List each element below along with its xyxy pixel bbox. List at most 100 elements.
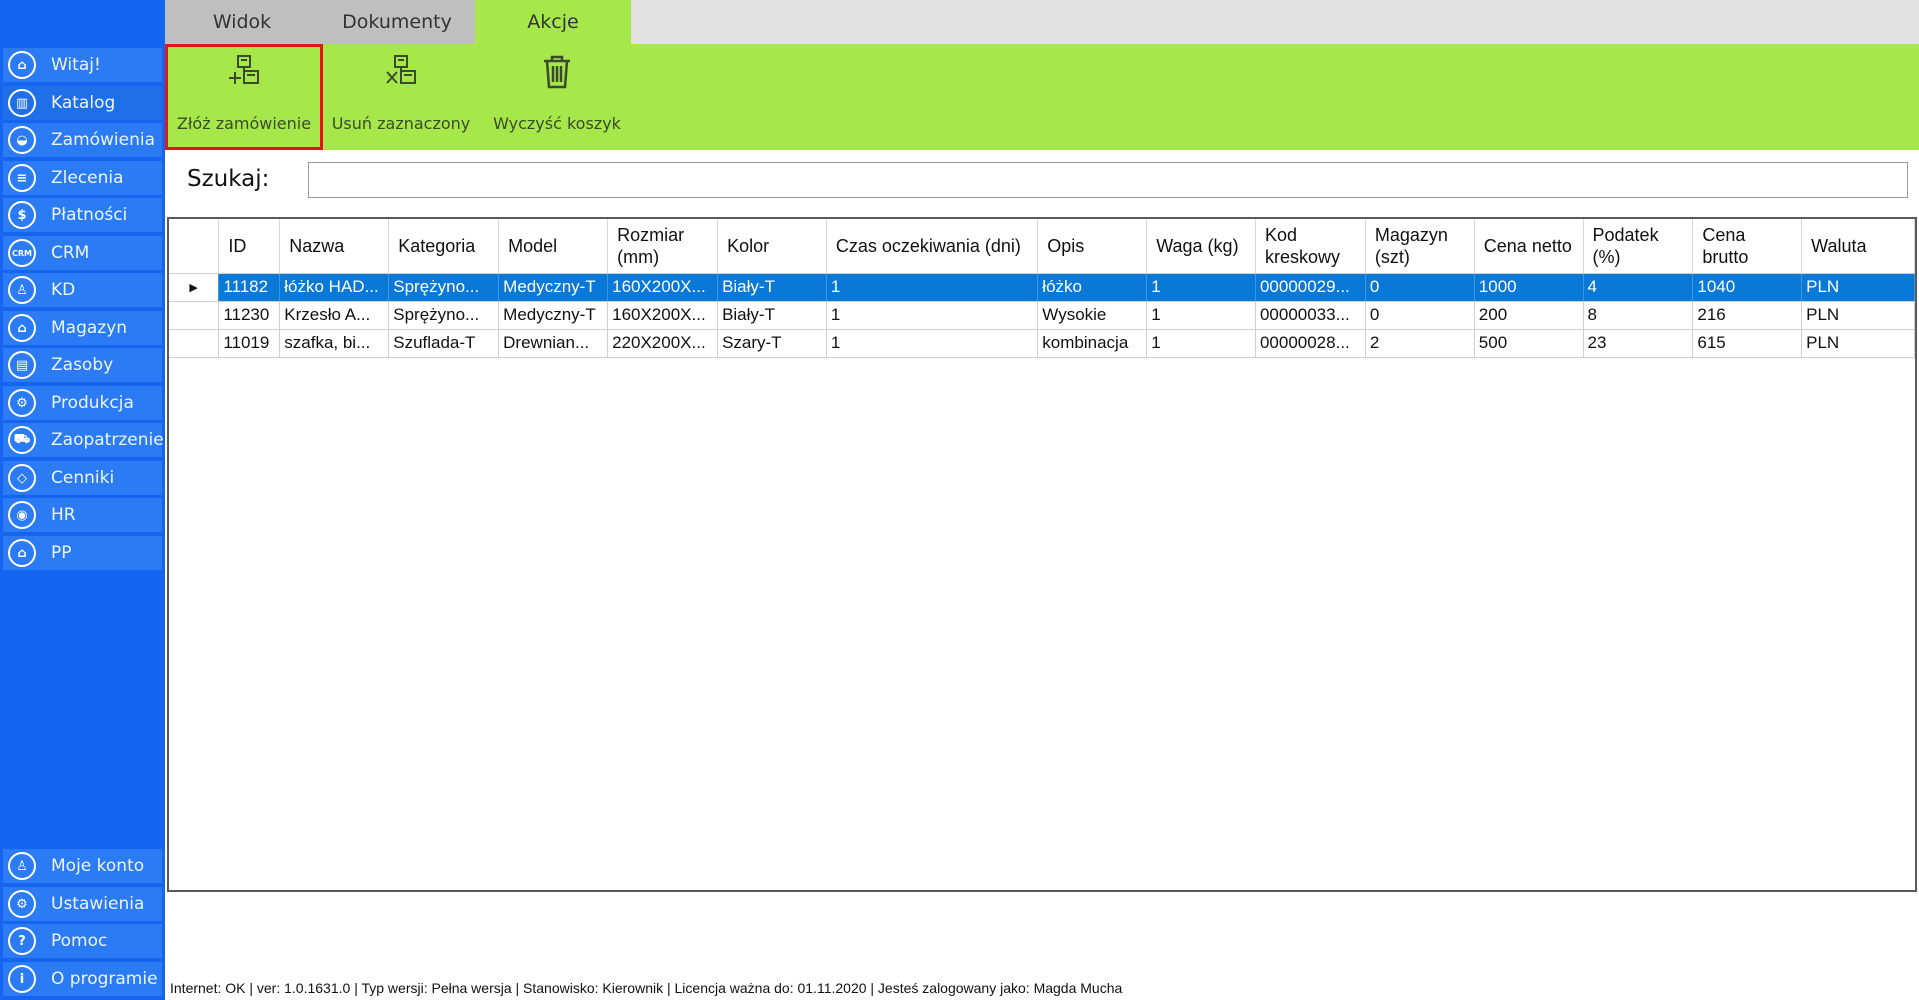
cell-kategoria[interactable]: Szuflada-T	[388, 329, 500, 358]
cell-rozmiar[interactable]: 220X200X...	[607, 329, 719, 358]
cell-cena-brutto[interactable]: 615	[1692, 329, 1803, 358]
sidebar-item-platnosci[interactable]: $ Płatności	[3, 198, 162, 232]
row-selector[interactable]	[169, 301, 220, 330]
cell-czas-oczekiwania[interactable]: 1	[826, 329, 1039, 358]
cell-podatek[interactable]: 8	[1583, 301, 1694, 330]
column-header-czas-oczekiwania[interactable]: Czas oczekiwania (dni)	[826, 219, 1039, 274]
row-selector[interactable]	[169, 329, 220, 358]
cell-nazwa[interactable]: Krzesło A...	[279, 301, 390, 330]
place-order-label: Złóż zamówienie	[176, 114, 312, 133]
cell-kod-kreskowy[interactable]: 00000033...	[1255, 301, 1366, 330]
column-header-rozmiar[interactable]: Rozmiar (mm)	[607, 219, 719, 274]
sidebar-item-hr[interactable]: ◉ HR	[3, 498, 162, 532]
cell-magazyn[interactable]: 0	[1365, 301, 1475, 330]
cell-model[interactable]: Medyczny-T	[498, 273, 609, 302]
info-icon: i	[8, 965, 36, 993]
book-icon: ▥	[8, 89, 36, 117]
cell-nazwa[interactable]: szafka, bi...	[279, 329, 390, 358]
column-header-magazyn[interactable]: Magazyn (szt)	[1365, 219, 1475, 274]
cell-kolor[interactable]: Biały-T	[717, 301, 827, 330]
column-header-podatek[interactable]: Podatek (%)	[1583, 219, 1694, 274]
column-header-cena-brutto[interactable]: Cena brutto	[1692, 219, 1803, 274]
sidebar-item-witaj[interactable]: ⌂ Witaj!	[3, 48, 162, 82]
sidebar-item-zlecenia[interactable]: ≡ Zlecenia	[3, 161, 162, 195]
sidebar-item-zamowienia[interactable]: ◒ Zamówienia	[3, 123, 162, 157]
cell-magazyn[interactable]: 0	[1365, 273, 1475, 302]
column-header-nazwa[interactable]: Nazwa	[279, 219, 390, 274]
table-row[interactable]: 11230 Krzesło A... Sprężyno... Medyczny-…	[169, 301, 1915, 330]
column-header-cena-netto[interactable]: Cena netto	[1474, 219, 1584, 274]
cell-magazyn[interactable]: 2	[1365, 329, 1475, 358]
row-selector-arrow-icon[interactable]: ▶	[169, 273, 220, 302]
cell-podatek[interactable]: 23	[1583, 329, 1694, 358]
sidebar-item-ustawienia[interactable]: ⚙ Ustawienia	[3, 887, 162, 921]
cell-cena-brutto[interactable]: 216	[1692, 301, 1803, 330]
cell-nazwa[interactable]: łóżko HAD...	[279, 273, 390, 302]
ribbon-toolbar: Złóż zamówienie Usuń zaznaczony Wyczyść …	[165, 44, 1919, 150]
cell-model[interactable]: Medyczny-T	[498, 301, 609, 330]
cell-waluta[interactable]: PLN	[1801, 329, 1915, 358]
column-header-model[interactable]: Model	[498, 219, 609, 274]
cell-waga[interactable]: 1	[1146, 329, 1256, 358]
cell-waluta[interactable]: PLN	[1801, 273, 1915, 302]
column-header-kolor[interactable]: Kolor	[717, 219, 827, 274]
cell-model[interactable]: Drewnian...	[498, 329, 609, 358]
sidebar-item-label: PP	[51, 543, 72, 563]
cell-waga[interactable]: 1	[1146, 301, 1256, 330]
sidebar-item-crm[interactable]: CRM CRM	[3, 236, 162, 270]
cell-podatek[interactable]: 4	[1583, 273, 1694, 302]
tab-dokumenty[interactable]: Dokumenty	[319, 0, 475, 44]
cell-rozmiar[interactable]: 160X200X...	[607, 301, 719, 330]
tab-akcje[interactable]: Akcje	[475, 0, 631, 44]
cell-cena-netto[interactable]: 200	[1474, 301, 1584, 330]
cell-kategoria[interactable]: Sprężyno...	[388, 273, 500, 302]
hr-icon: ◉	[8, 501, 36, 529]
column-header-waga[interactable]: Waga (kg)	[1146, 219, 1256, 274]
cell-id[interactable]: 11230	[218, 301, 281, 330]
sidebar-item-moje-konto[interactable]: ♙ Moje konto	[3, 849, 162, 883]
cell-waga[interactable]: 1	[1146, 273, 1256, 302]
sidebar-item-label: KD	[51, 280, 76, 300]
cell-opis[interactable]: Wysokie	[1037, 301, 1148, 330]
cell-id[interactable]: 11019	[218, 329, 281, 358]
sidebar-item-o-programie[interactable]: i O programie	[3, 962, 162, 996]
cell-rozmiar[interactable]: 160X200X...	[607, 273, 719, 302]
sidebar-item-label: Zaopatrzenie	[51, 430, 164, 450]
sidebar-item-katalog[interactable]: ▥ Katalog	[3, 86, 162, 120]
sidebar-item-produkcja[interactable]: ⚙ Produkcja	[3, 386, 162, 420]
column-header-id[interactable]: ID	[218, 219, 281, 274]
place-order-button[interactable]: Złóż zamówienie	[165, 44, 323, 150]
column-header-opis[interactable]: Opis	[1037, 219, 1148, 274]
sidebar-item-kd[interactable]: ♙ KD	[3, 273, 162, 307]
cell-kolor[interactable]: Biały-T	[717, 273, 827, 302]
cell-opis[interactable]: łóżko	[1037, 273, 1148, 302]
cell-waluta[interactable]: PLN	[1801, 301, 1915, 330]
cell-kategoria[interactable]: Sprężyno...	[388, 301, 500, 330]
sidebar-item-pp[interactable]: ⌂ PP	[3, 536, 162, 570]
table-row[interactable]: 11019 szafka, bi... Szuflada-T Drewnian.…	[169, 329, 1915, 358]
cell-czas-oczekiwania[interactable]: 1	[826, 301, 1039, 330]
table-row[interactable]: ▶ 11182 łóżko HAD... Sprężyno... Medyczn…	[169, 273, 1915, 302]
sidebar-item-cenniki[interactable]: ◇ Cenniki	[3, 461, 162, 495]
cell-kolor[interactable]: Szary-T	[717, 329, 827, 358]
cell-cena-brutto[interactable]: 1040	[1692, 273, 1803, 302]
column-header-waluta[interactable]: Waluta	[1801, 219, 1915, 274]
remove-selected-button[interactable]: Usuń zaznaczony	[323, 44, 479, 150]
sidebar-item-zaopatrzenie[interactable]: ⛟ Zaopatrzenie	[3, 423, 164, 457]
cell-cena-netto[interactable]: 1000	[1474, 273, 1584, 302]
tab-widok[interactable]: Widok	[165, 0, 319, 44]
column-header-kod-kreskowy[interactable]: Kod kreskowy	[1255, 219, 1366, 274]
sidebar-item-zasoby[interactable]: ▤ Zasoby	[3, 348, 162, 382]
search-input[interactable]	[308, 162, 1908, 198]
column-header-kategoria[interactable]: Kategoria	[388, 219, 500, 274]
cell-cena-netto[interactable]: 500	[1474, 329, 1584, 358]
clear-cart-button[interactable]: Wyczyść koszyk	[479, 44, 635, 150]
cell-id[interactable]: 11182	[218, 273, 281, 302]
cell-czas-oczekiwania[interactable]: 1	[826, 273, 1039, 302]
cell-opis[interactable]: kombinacja	[1037, 329, 1148, 358]
cell-kod-kreskowy[interactable]: 00000028...	[1255, 329, 1366, 358]
sidebar-item-label: Katalog	[51, 93, 116, 113]
cell-kod-kreskowy[interactable]: 00000029...	[1255, 273, 1366, 302]
sidebar-item-pomoc[interactable]: ? Pomoc	[3, 924, 162, 958]
sidebar-item-magazyn[interactable]: ⌂ Magazyn	[3, 311, 162, 345]
